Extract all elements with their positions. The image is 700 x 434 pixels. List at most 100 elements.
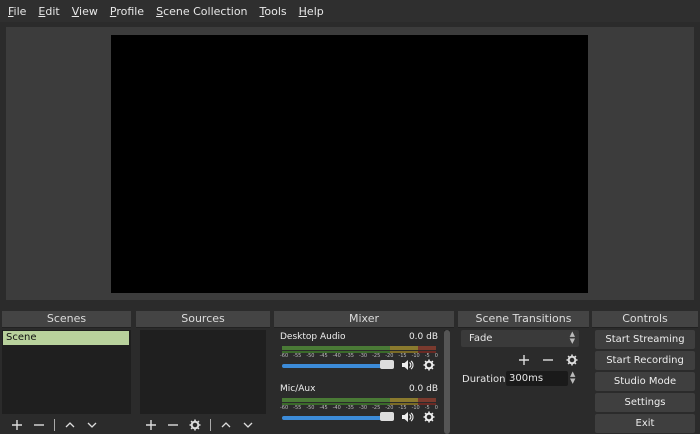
volume-meter: [282, 346, 436, 350]
scene-transitions-body: Fade ▲ ▼ Duration 300ms ▲ ▼: [458, 328, 589, 434]
tick-label: -20: [385, 405, 394, 411]
speaker-icon: [401, 412, 413, 422]
menu-accelerator: H: [298, 4, 307, 18]
tick-label: -60: [280, 353, 289, 359]
scene-transitions-dock: Scene Transitions Fade ▲ ▼ Duration 300ms…: [458, 311, 589, 434]
sources-list[interactable]: [140, 330, 266, 414]
chevron-up-icon: [221, 422, 231, 428]
mixer-body: Desktop Audio 0.0 dB -60 -55 -50 -45 -40…: [274, 328, 454, 434]
studio-mode-button[interactable]: Studio Mode: [595, 372, 695, 391]
gear-icon: [423, 359, 435, 371]
menu-help[interactable]: Help: [293, 5, 330, 18]
tick-label: -55: [293, 405, 302, 411]
remove-source-button[interactable]: [164, 417, 182, 433]
mute-button[interactable]: [400, 358, 414, 372]
menu-accelerator: P: [109, 4, 117, 18]
plus-icon: [519, 355, 529, 365]
volume-slider-track[interactable]: [282, 364, 394, 368]
tick-label: -55: [293, 353, 302, 359]
gear-icon: [189, 419, 201, 431]
menu-file[interactable]: File: [2, 5, 32, 18]
channel-name: Desktop Audio: [280, 332, 346, 342]
volume-slider-handle[interactable]: [380, 360, 394, 369]
mute-button[interactable]: [400, 410, 414, 424]
add-transition-button[interactable]: [515, 352, 533, 368]
tick-label: -60: [280, 405, 289, 411]
start-streaming-button[interactable]: Start Streaming: [595, 330, 695, 349]
volume-slider-handle[interactable]: [380, 412, 394, 421]
scenes-toolbar: [2, 416, 131, 434]
add-source-button[interactable]: [142, 417, 160, 433]
meter-ticks: -60 -55 -50 -45 -40 -35 -30 -25 -20 -15 …: [280, 353, 438, 359]
mixer-channel-desktop-audio: Desktop Audio 0.0 dB -60 -55 -50 -45 -40…: [278, 332, 438, 378]
select-arrows-icon: ▲ ▼: [569, 330, 575, 345]
plus-icon: [146, 420, 156, 430]
volume-meter: [282, 398, 436, 402]
preview-area: [6, 27, 694, 300]
minus-icon: [168, 424, 178, 426]
tick-label: -50: [306, 353, 315, 359]
minus-icon: [543, 359, 553, 361]
tick-label: -30: [358, 405, 368, 411]
mixer-header: Mixer: [274, 311, 454, 327]
settings-button[interactable]: Settings: [595, 393, 695, 412]
scene-transitions-header: Scene Transitions: [458, 311, 589, 327]
mixer-scrollbar-thumb[interactable]: [444, 330, 450, 434]
scene-item[interactable]: Scene: [3, 331, 129, 345]
sources-toolbar: [136, 416, 270, 434]
scenes-header: Scenes: [2, 311, 131, 327]
mixer-scrollbar[interactable]: [444, 330, 450, 434]
move-source-down-button[interactable]: [239, 417, 257, 433]
move-scene-down-button[interactable]: [83, 417, 101, 433]
tick-label: -30: [358, 353, 368, 359]
duration-spinner[interactable]: ▲ ▼: [570, 371, 575, 385]
tick-label: -35: [345, 405, 354, 411]
menu-accelerator: F: [8, 4, 14, 18]
add-scene-button[interactable]: [8, 417, 26, 433]
minus-icon: [34, 424, 44, 426]
transition-properties-button[interactable]: [563, 352, 581, 368]
plus-icon: [12, 420, 22, 430]
transition-toolbar: [515, 352, 581, 368]
duration-input[interactable]: 300ms: [506, 371, 568, 386]
tick-label: -40: [332, 405, 341, 411]
move-source-up-button[interactable]: [217, 417, 235, 433]
mixer-channel-mic-aux: Mic/Aux 0.0 dB -60 -55 -50 -45 -40 -35 -…: [278, 384, 438, 430]
menu-scene-collection[interactable]: Scene Collection: [150, 5, 253, 18]
menu-tools[interactable]: Tools: [254, 5, 293, 18]
remove-transition-button[interactable]: [539, 352, 557, 368]
controls-header: Controls: [592, 311, 698, 327]
transition-select[interactable]: Fade ▲ ▼: [461, 330, 579, 347]
channel-settings-button[interactable]: [422, 358, 436, 372]
preview-canvas[interactable]: [111, 35, 588, 293]
exit-button[interactable]: Exit: [595, 414, 695, 433]
menu-view[interactable]: View: [66, 5, 104, 18]
controls-body: Start Streaming Start Recording Studio M…: [592, 328, 698, 434]
tick-label: -35: [345, 353, 354, 359]
menu-bar: File Edit View Profile Scene Collection …: [0, 0, 700, 22]
volume-slider-track[interactable]: [282, 416, 394, 420]
controls-dock: Controls Start Streaming Start Recording…: [592, 311, 698, 434]
remove-scene-button[interactable]: [30, 417, 48, 433]
menu-accelerator: S: [156, 4, 164, 18]
source-properties-button[interactable]: [186, 417, 204, 433]
channel-db: 0.0 dB: [408, 332, 438, 342]
start-recording-button[interactable]: Start Recording: [595, 351, 695, 370]
menu-accelerator: V: [71, 4, 80, 18]
duration-label: Duration: [462, 374, 506, 385]
gear-icon: [423, 411, 435, 423]
transition-selected-value: Fade: [469, 333, 493, 344]
tick-label: -25: [372, 353, 381, 359]
sources-body: [136, 328, 270, 434]
sources-header: Sources: [136, 311, 270, 327]
chevron-down-icon: [87, 422, 97, 428]
move-scene-up-button[interactable]: [61, 417, 79, 433]
menu-accelerator: E: [38, 4, 46, 18]
menu-profile[interactable]: Profile: [104, 5, 150, 18]
toolbar-separator: [54, 419, 55, 431]
tick-label: -25: [372, 405, 381, 411]
menu-edit[interactable]: Edit: [32, 5, 65, 18]
tick-label: -45: [319, 405, 328, 411]
channel-settings-button[interactable]: [422, 410, 436, 424]
scenes-list: Scene: [2, 330, 131, 414]
